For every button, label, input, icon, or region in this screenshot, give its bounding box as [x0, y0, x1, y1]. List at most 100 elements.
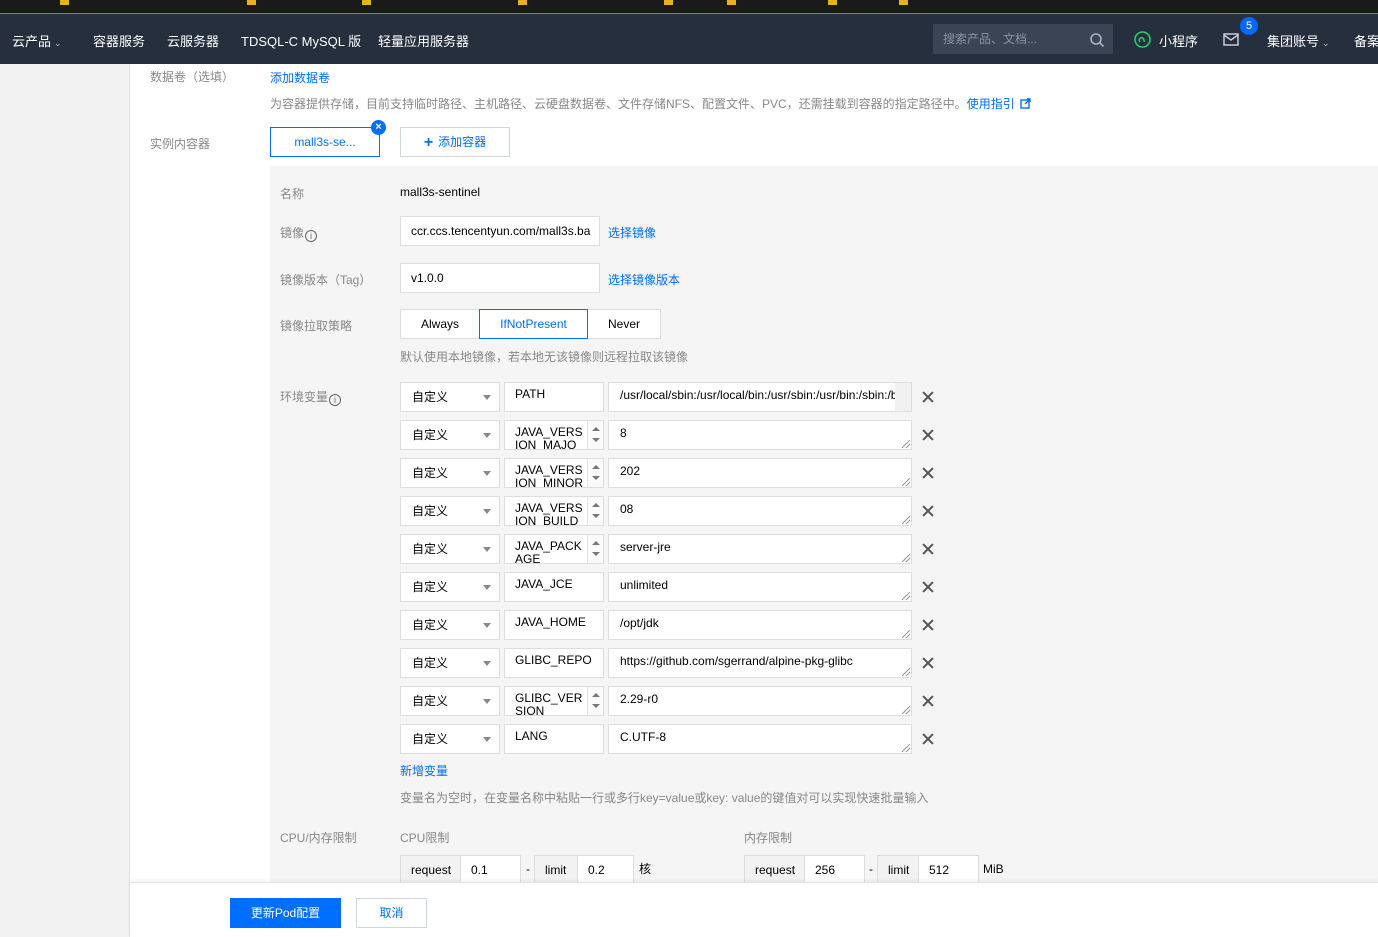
env-key-input[interactable]: JAVA_HOME	[504, 610, 604, 640]
beian-link[interactable]: 备案	[1354, 31, 1378, 50]
env-type-select[interactable]: 自定义	[400, 382, 500, 412]
image-input[interactable]: ccr.ccs.tencentyun.com/mall3s.ba	[400, 216, 600, 246]
env-key-input[interactable]: JAVA_VERSION_BUILD	[504, 496, 604, 526]
env-type-select[interactable]: 自定义	[400, 610, 500, 640]
add-env-link[interactable]: 新增变量	[400, 762, 448, 779]
resize-handle-icon[interactable]	[902, 554, 910, 562]
env-type-select[interactable]: 自定义	[400, 458, 500, 488]
cloud-products-menu[interactable]: 云产品 ⌄	[12, 31, 62, 50]
env-key-input[interactable]: GLIBC_REPO	[504, 648, 604, 678]
remove-env-icon[interactable]	[920, 579, 936, 595]
env-type-select[interactable]: 自定义	[400, 572, 500, 602]
env-key-input[interactable]: JAVA_PACKAGE	[504, 534, 604, 564]
env-key-input[interactable]: JAVA_VERSION_MAJOR	[504, 420, 604, 450]
mini-program-link[interactable]: 小程序	[1159, 31, 1198, 50]
resize-handle-icon[interactable]	[902, 668, 910, 676]
search-icon[interactable]	[1089, 32, 1105, 48]
env-value-input[interactable]: 202	[608, 458, 912, 488]
resize-handle-icon[interactable]	[902, 744, 910, 752]
pull-ifnotpresent-option[interactable]: IfNotPresent	[479, 309, 588, 339]
env-value-input[interactable]: https://github.com/sgerrand/alpine-pkg-g…	[608, 648, 912, 678]
env-value-input[interactable]: C.UTF-8	[608, 724, 912, 754]
remove-env-icon[interactable]	[920, 503, 936, 519]
env-key-input[interactable]: LANG	[504, 724, 604, 754]
guide-link[interactable]: 使用指引	[967, 97, 1015, 111]
select-image-link[interactable]: 选择镜像	[608, 224, 656, 241]
env-hint: 变量名为空时，在变量名称中粘贴一行或多行key=value或key: value…	[400, 791, 929, 805]
resize-handle-icon[interactable]	[902, 706, 910, 714]
info-icon[interactable]: i	[329, 394, 342, 406]
env-type-select[interactable]: 自定义	[400, 648, 500, 678]
mem-request-input[interactable]: 256	[804, 855, 865, 882]
env-value-input[interactable]: 08	[608, 496, 912, 526]
env-value-input[interactable]: 8	[608, 420, 912, 450]
mini-program-icon[interactable]	[1134, 31, 1151, 48]
env-type-select[interactable]: 自定义	[400, 534, 500, 564]
resize-handle-icon[interactable]	[902, 630, 910, 638]
container-name-value: mall3s-sentinel	[400, 185, 481, 199]
scrollbar[interactable]	[895, 383, 911, 411]
nav-tdsql[interactable]: TDSQL-C MySQL 版	[241, 31, 361, 50]
pull-always-option[interactable]: Always	[400, 309, 480, 339]
account-menu[interactable]: 集团账号 ⌄	[1267, 31, 1330, 50]
env-type-select[interactable]: 自定义	[400, 496, 500, 526]
stepper-arrows-icon[interactable]	[587, 421, 603, 449]
pull-policy-label: 镜像拉取策略	[280, 319, 353, 333]
info-icon[interactable]: i	[305, 230, 318, 242]
env-value-input[interactable]: /opt/jdk	[608, 610, 912, 640]
nav-cvm[interactable]: 云服务器	[167, 31, 219, 50]
env-type-select[interactable]: 自定义	[400, 724, 500, 754]
remove-env-icon[interactable]	[920, 465, 936, 481]
tag-input[interactable]: v1.0.0	[400, 263, 600, 293]
mem-limit-input[interactable]: 512	[918, 855, 979, 882]
mem-limit-addon: limit	[877, 855, 919, 882]
env-value-input[interactable]: /usr/local/sbin:/usr/local/bin:/usr/sbin…	[608, 382, 912, 412]
cpu-request-input[interactable]: 0.1	[460, 855, 521, 882]
mem-request-addon: request	[744, 855, 805, 882]
env-type-select[interactable]: 自定义	[400, 420, 500, 450]
dropdown-arrow-icon	[483, 661, 491, 666]
search-input[interactable]	[933, 24, 1083, 54]
env-value-input[interactable]: unlimited	[608, 572, 912, 602]
add-container-button[interactable]: + 添加容器	[400, 127, 510, 157]
select-tag-link[interactable]: 选择镜像版本	[608, 271, 680, 288]
env-value-input[interactable]: 2.29-r0	[608, 686, 912, 716]
add-volume-link[interactable]: 添加数据卷	[270, 69, 330, 86]
pull-never-option[interactable]: Never	[587, 309, 661, 339]
env-key-input[interactable]: JAVA_VERSION_MINOR	[504, 458, 604, 488]
remove-env-icon[interactable]	[920, 655, 936, 671]
env-value-input[interactable]: server-jre	[608, 534, 912, 564]
plus-icon: +	[423, 134, 434, 151]
stepper-arrows-icon[interactable]	[587, 687, 603, 715]
stepper-arrows-icon[interactable]	[587, 535, 603, 563]
remove-env-icon[interactable]	[920, 427, 936, 443]
mem-unit: MiB	[983, 862, 1004, 876]
resize-handle-icon[interactable]	[902, 478, 910, 486]
env-key-input[interactable]: GLIBC_VERSION	[504, 686, 604, 716]
container-tab[interactable]: mall3s-se...	[270, 127, 380, 157]
resize-handle-icon[interactable]	[902, 592, 910, 600]
env-key-input[interactable]: PATH	[504, 382, 604, 412]
dropdown-arrow-icon	[483, 471, 491, 476]
remove-env-icon[interactable]	[920, 731, 936, 747]
remove-env-icon[interactable]	[920, 389, 936, 405]
stepper-arrows-icon[interactable]	[587, 459, 603, 487]
env-type-select[interactable]: 自定义	[400, 686, 500, 716]
stepper-arrows-icon[interactable]	[587, 497, 603, 525]
external-link-icon[interactable]	[1020, 98, 1031, 109]
nav-container-service[interactable]: 容器服务	[93, 31, 145, 50]
close-icon[interactable]: ×	[371, 120, 386, 135]
update-pod-button[interactable]: 更新Pod配置	[230, 898, 341, 928]
resize-handle-icon[interactable]	[902, 516, 910, 524]
nav-lighthouse[interactable]: 轻量应用服务器	[378, 31, 469, 50]
resize-handle-icon[interactable]	[902, 440, 910, 448]
cancel-button[interactable]: 取消	[356, 898, 427, 928]
remove-env-icon[interactable]	[920, 541, 936, 557]
remove-env-icon[interactable]	[920, 693, 936, 709]
remove-env-icon[interactable]	[920, 617, 936, 633]
console-top-nav: 云产品⌄ 容器服务 云服务器 TDSQL-C MySQL 版 轻量应用服务器 小…	[0, 14, 1378, 64]
mail-icon[interactable]	[1223, 33, 1239, 46]
cpu-unit: 核	[639, 862, 652, 876]
env-key-input[interactable]: JAVA_JCE	[504, 572, 604, 602]
cpu-limit-input[interactable]: 0.2	[577, 855, 634, 882]
